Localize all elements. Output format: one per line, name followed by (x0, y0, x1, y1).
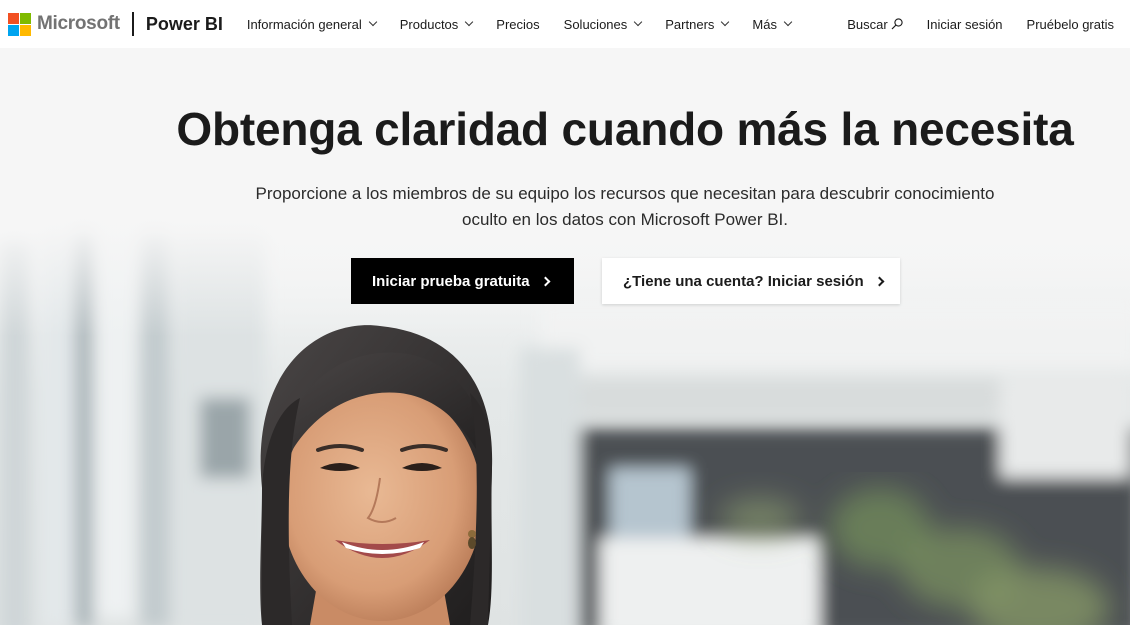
microsoft-wordmark: Microsoft (37, 13, 120, 34)
chevron-right-icon (540, 276, 550, 286)
hero-title: Obtenga claridad cuando más la necesita (176, 103, 1074, 155)
nav-item-mas[interactable]: Más (752, 17, 793, 32)
sign-in-button[interactable]: ¿Tiene una cuenta? Iniciar sesión (602, 258, 900, 304)
chevron-down-icon (465, 17, 474, 27)
chevron-down-icon (634, 17, 643, 27)
header-divider (131, 12, 134, 36)
nav-item-soluciones[interactable]: Soluciones (564, 17, 643, 32)
header-actions: Buscar Iniciar sesión Pruébelo gratis (823, 0, 1114, 48)
nav-item-precios[interactable]: Precios (496, 17, 539, 32)
microsoft-logo[interactable]: Microsoft (8, 0, 120, 48)
chevron-down-icon (368, 17, 377, 27)
chevron-down-icon (783, 17, 793, 27)
microsoft-grid-icon (8, 12, 31, 36)
search-button[interactable]: Buscar (847, 17, 903, 32)
nav-item-productos[interactable]: Productos (400, 17, 474, 32)
nav-item-partners[interactable]: Partners (665, 17, 730, 32)
search-icon (891, 18, 903, 30)
main-nav: Información general Productos Precios So… (247, 0, 815, 48)
product-name-link[interactable]: Power BI (146, 14, 223, 35)
signin-link[interactable]: Iniciar sesión (927, 17, 1003, 32)
site-header: Microsoft Power BI Información general P… (0, 0, 1130, 48)
start-free-trial-button[interactable]: Iniciar prueba gratuita (351, 258, 574, 304)
chevron-down-icon (721, 17, 730, 27)
nav-item-informacion-general[interactable]: Información general (247, 17, 377, 32)
free-trial-link[interactable]: Pruébelo gratis (1027, 17, 1114, 32)
hero-subtitle: Proporcione a los miembros de su equipo … (255, 184, 995, 229)
chevron-right-icon (874, 276, 885, 286)
hero-section: Obtenga claridad cuando más la necesita … (0, 48, 1130, 625)
